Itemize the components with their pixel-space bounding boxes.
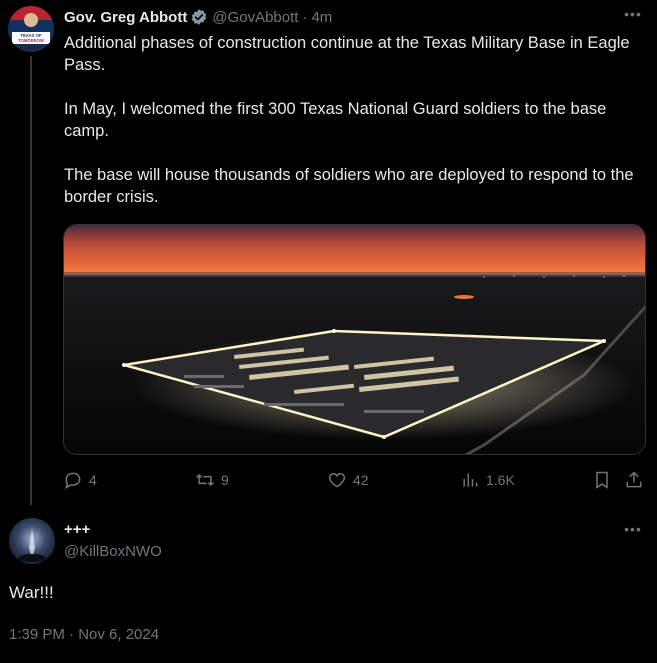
author-handle[interactable]: @GovAbbott [212, 9, 298, 26]
reply-author-handle[interactable]: @KillBoxNWO [64, 543, 162, 560]
reply-timestamp[interactable]: 1:39 PM · Nov 6, 2024 [9, 626, 159, 643]
tweet-text: Additional phases of construction contin… [64, 32, 644, 208]
reply-author-name[interactable]: +++ [64, 521, 90, 538]
heart-icon [328, 472, 346, 488]
retweet-button[interactable]: 9 [195, 468, 229, 492]
bookmark-button[interactable] [592, 468, 612, 492]
tweet-media-image[interactable] [63, 224, 646, 455]
views-count: 1.6K [486, 472, 515, 488]
svg-text:TOMORROW: TOMORROW [18, 38, 44, 43]
header-separator: · [302, 8, 308, 26]
verified-badge-icon[interactable] [190, 8, 208, 26]
thread-connector-line [30, 56, 32, 505]
avatar-image [9, 518, 55, 564]
reply-count: 4 [89, 472, 97, 488]
author-name[interactable]: Gov. Greg Abbott [64, 9, 187, 26]
reply-button[interactable]: 4 [63, 468, 97, 492]
reply-author-avatar[interactable] [9, 518, 55, 564]
author-avatar[interactable]: TEXAS OF TOMORROW [8, 6, 54, 52]
more-options-icon[interactable]: ••• [623, 522, 643, 539]
views-button[interactable]: 1.6K [460, 468, 515, 492]
avatar-image: TEXAS OF TOMORROW [8, 6, 54, 52]
tweet-paragraph: In May, I welcomed the first 300 Texas N… [64, 100, 607, 140]
like-count: 42 [353, 472, 369, 488]
reply-tweet[interactable]: +++ @KillBoxNWO ••• War!!! 1:39 PM · Nov… [0, 505, 657, 663]
reply-icon [65, 472, 81, 490]
retweet-icon [196, 473, 214, 487]
retweet-count: 9 [221, 472, 229, 488]
like-button[interactable]: 42 [327, 468, 369, 492]
more-options-icon[interactable]: ••• [623, 7, 643, 24]
tweet-actions-bar: 4 9 42 1.6K [63, 468, 646, 492]
time-ago[interactable]: 4m [311, 9, 332, 26]
tweet-paragraph: The base will house thousands of soldier… [64, 166, 634, 206]
bookmark-icon [596, 471, 608, 489]
reply-text: War!!! [9, 583, 54, 602]
tweet-paragraph: Additional phases of construction contin… [64, 34, 630, 74]
share-button[interactable] [624, 468, 644, 492]
parent-tweet[interactable]: TEXAS OF TOMORROW Gov. Greg Abbott @GovA… [0, 0, 657, 505]
share-icon [626, 471, 642, 488]
aerial-photo [64, 225, 645, 454]
views-icon [463, 473, 478, 487]
tweet-header: Gov. Greg Abbott @GovAbbott · 4m [64, 6, 332, 28]
